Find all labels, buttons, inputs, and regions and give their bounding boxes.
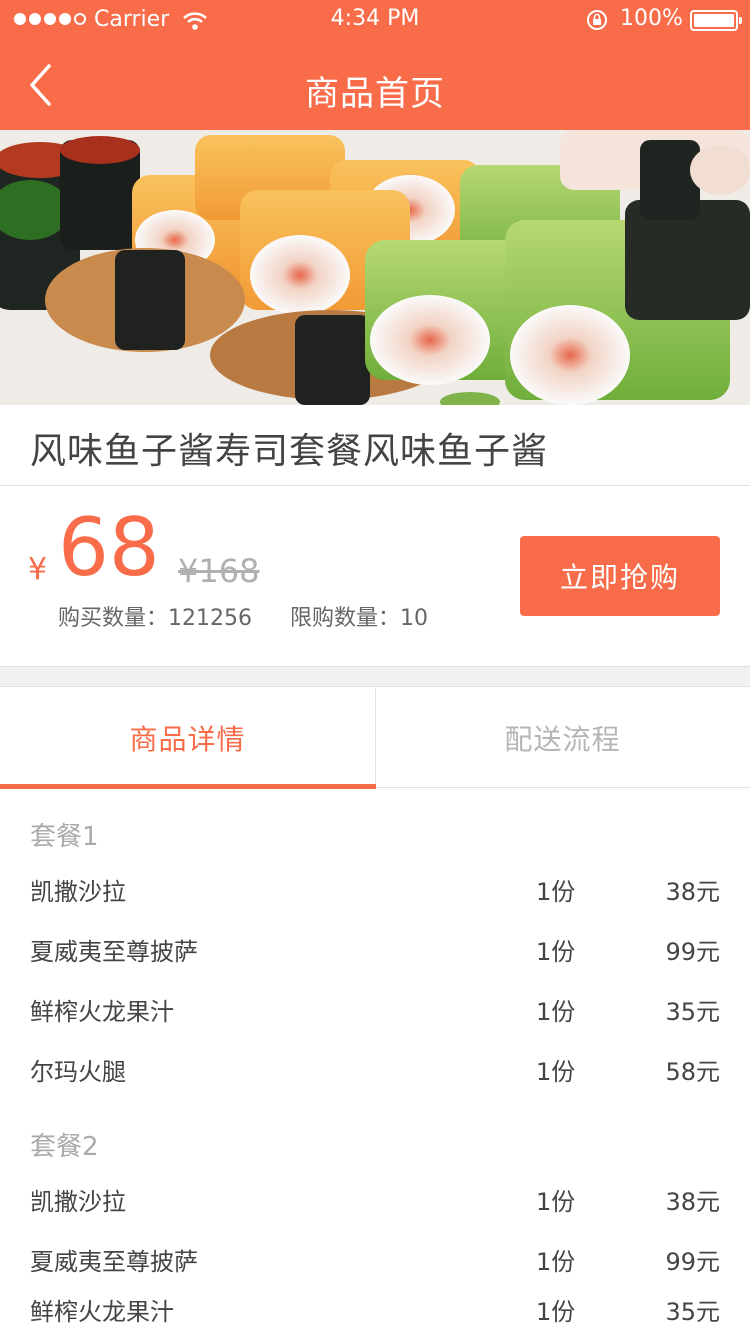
sold-value: 121256: [168, 606, 252, 631]
tab-separator: [375, 688, 376, 788]
item-name: 凯撒沙拉: [30, 1188, 126, 1216]
list-item: 尔玛火腿 1份 58元: [0, 1052, 750, 1092]
item-price: 38元: [665, 878, 720, 906]
package-title: 套餐2: [30, 1132, 99, 1162]
rotation-lock-icon: [587, 10, 607, 30]
list-item: 鲜榨火龙果汁 1份 35元: [0, 1292, 750, 1332]
purchase-limit: 限购数量：10: [290, 600, 428, 632]
item-qty: 1份: [536, 1298, 576, 1326]
item-qty: 1份: [536, 1248, 576, 1276]
list-item: 鲜榨火龙果汁 1份 35元: [0, 992, 750, 1032]
item-qty: 1份: [536, 1058, 576, 1086]
product-image: [0, 130, 750, 405]
package-title: 套餐1: [30, 822, 99, 852]
item-name: 凯撒沙拉: [30, 878, 126, 906]
item-name: 鲜榨火龙果汁: [30, 998, 174, 1026]
nav-bar: 商品首页: [0, 40, 750, 130]
product-title: 风味鱼子酱寿司套餐风味鱼子酱: [30, 431, 549, 472]
list-item: 凯撒沙拉 1份 38元: [0, 872, 750, 912]
item-price: 35元: [665, 998, 720, 1026]
sold-count: 购买数量：121256: [58, 600, 252, 632]
item-price: 58元: [665, 1058, 720, 1086]
active-tab-indicator: [0, 784, 376, 789]
section-gap: [0, 666, 750, 687]
item-qty: 1份: [536, 878, 576, 906]
battery-icon: [690, 10, 742, 31]
item-name: 鲜榨火龙果汁: [30, 1298, 174, 1326]
top-bar: Carrier 4:34 PM 100% 商品首页: [0, 0, 750, 130]
list-item: 夏威夷至尊披萨 1份 99元: [0, 1242, 750, 1282]
original-price: ¥168: [178, 552, 260, 590]
buy-now-button[interactable]: 立即抢购: [520, 536, 720, 616]
sold-label: 购买数量：: [58, 606, 169, 631]
list-item: 夏威夷至尊披萨 1份 99元: [0, 932, 750, 972]
item-qty: 1份: [536, 1188, 576, 1216]
item-name: 夏威夷至尊披萨: [30, 938, 198, 966]
item-name: 夏威夷至尊披萨: [30, 1248, 198, 1276]
divider: [0, 485, 750, 486]
limit-label: 限购数量：: [290, 606, 401, 631]
item-price: 38元: [665, 1188, 720, 1216]
list-item: 凯撒沙拉 1份 38元: [0, 1182, 750, 1222]
item-qty: 1份: [536, 998, 576, 1026]
item-qty: 1份: [536, 938, 576, 966]
status-bar: Carrier 4:34 PM 100%: [0, 0, 750, 40]
item-price: 35元: [665, 1298, 720, 1326]
item-name: 尔玛火腿: [30, 1058, 126, 1086]
item-price: 99元: [665, 1248, 720, 1276]
battery-percent: 100%: [620, 6, 683, 31]
current-price: 68: [58, 501, 160, 594]
page-title: 商品首页: [305, 74, 445, 114]
currency-symbol: ¥: [28, 552, 48, 587]
item-price: 99元: [665, 938, 720, 966]
limit-value: 10: [400, 606, 429, 631]
sushi-platter-photo: [0, 130, 750, 405]
tab-product-details[interactable]: 商品详情: [0, 688, 375, 788]
tab-delivery-process[interactable]: 配送流程: [375, 688, 750, 788]
